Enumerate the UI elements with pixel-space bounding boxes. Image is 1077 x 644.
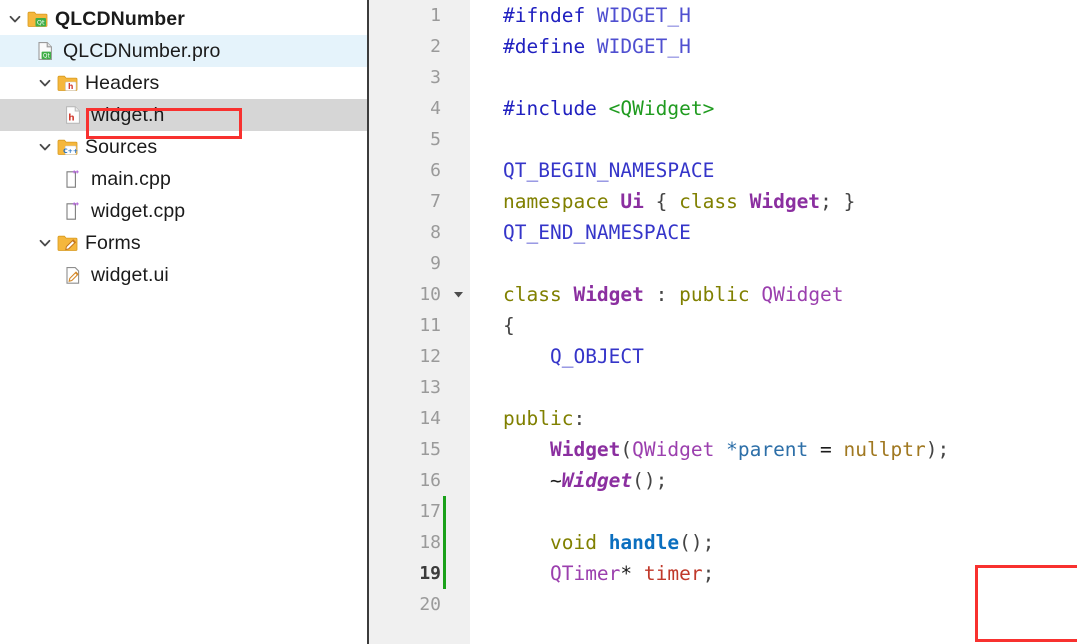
chevron-down-icon[interactable] (34, 76, 56, 90)
tree-item-widget-h[interactable]: h widget.h (0, 99, 367, 131)
fold-collapse-icon[interactable] (452, 279, 465, 310)
code-line: QTimer* timer; (549, 562, 715, 585)
headers-folder-icon: h (56, 73, 78, 93)
code-line: #include <QWidget> (503, 97, 715, 120)
sources-folder-icon: C++ (56, 137, 78, 157)
tree-item-forms[interactable]: Forms (0, 227, 367, 259)
tree-item-label: Forms (85, 231, 141, 254)
line-number: 2 (430, 36, 441, 57)
tree-item-label: Sources (85, 135, 158, 158)
code-line: Q_OBJECT (549, 345, 644, 368)
tree-item-sources[interactable]: C++ Sources (0, 131, 367, 163)
tree-item-label: widget.cpp (91, 199, 186, 222)
line-number: 7 (430, 191, 441, 212)
code-editor[interactable]: 1 2 3 4 5 6 7 8 9 10 11 12 13 14 15 16 1… (369, 0, 1077, 644)
line-number-current: 19 (369, 558, 470, 589)
tree-item-widget-ui[interactable]: widget.ui (0, 259, 367, 291)
line-number: 9 (430, 253, 441, 274)
line-number: 4 (430, 98, 441, 119)
line-number: 13 (419, 377, 441, 398)
chevron-down-icon[interactable] (34, 236, 56, 250)
code-line: void handle(); (549, 531, 715, 554)
tree-item-label: main.cpp (91, 167, 171, 190)
ui-file-icon (62, 265, 84, 285)
line-number-text: 18 (419, 532, 441, 553)
line-number-changed: 17 (369, 496, 470, 527)
qt-profile-file-icon: Qt (34, 41, 56, 61)
code-line: namespace Ui { class Widget; } (503, 190, 856, 213)
change-marker (443, 496, 446, 527)
line-number-text: 10 (419, 284, 441, 305)
code-line: Widget(QWidget *parent = nullptr); (549, 438, 950, 461)
line-number: 12 (419, 346, 441, 367)
code-line: #ifndef WIDGET_H (503, 4, 691, 27)
line-number: 5 (430, 129, 441, 150)
tree-item-label: QLCDNumber (55, 7, 185, 30)
line-number: 11 (419, 315, 441, 336)
editor-gutter: 1 2 3 4 5 6 7 8 9 10 11 12 13 14 15 16 1… (369, 0, 470, 644)
tree-item-label: Headers (85, 71, 160, 94)
header-file-icon: h (62, 105, 84, 125)
code-line: { (503, 314, 515, 337)
tree-item-widget-cpp[interactable]: widget.cpp (0, 195, 367, 227)
code-line: public: (503, 407, 586, 430)
project-tree-panel: Qt QLCDNumber Qt QLCDNumber.pro h Header… (0, 0, 367, 644)
code-line: QT_END_NAMESPACE (503, 221, 691, 244)
tree-item-label: widget.ui (91, 263, 169, 286)
tree-item-label: QLCDNumber.pro (63, 39, 221, 62)
code-line: #define WIDGET_H (503, 35, 691, 58)
tree-item-main-cpp[interactable]: main.cpp (0, 163, 367, 195)
line-number: 20 (419, 594, 441, 615)
line-number: 6 (430, 160, 441, 181)
qt-creator-window: Qt QLCDNumber Qt QLCDNumber.pro h Header… (0, 0, 1077, 644)
line-number: 15 (419, 439, 441, 460)
tree-item-label: widget.h (91, 103, 165, 126)
svg-text:h: h (67, 82, 72, 91)
line-number: 1 (430, 5, 441, 26)
change-marker (443, 558, 446, 589)
cpp-file-icon (62, 201, 84, 221)
line-number: 14 (419, 408, 441, 429)
change-marker (443, 527, 446, 558)
tree-item-headers[interactable]: h Headers (0, 67, 367, 99)
svg-text:Qt: Qt (36, 19, 44, 27)
forms-folder-icon (56, 233, 78, 253)
chevron-down-icon[interactable] (4, 12, 26, 26)
line-number: 8 (430, 222, 441, 243)
tree-item-qlcdnumber-pro[interactable]: Qt QLCDNumber.pro (0, 35, 367, 67)
svg-text:C++: C++ (63, 148, 78, 155)
chevron-down-icon[interactable] (34, 140, 56, 154)
svg-text:Qt: Qt (43, 53, 51, 59)
code-text-area[interactable]: #ifndef WIDGET_H #define WIDGET_H #inclu… (470, 0, 1077, 644)
line-number-text: 17 (419, 501, 441, 522)
cpp-file-icon (62, 169, 84, 189)
qt-folder-icon: Qt (26, 9, 48, 29)
code-line: ~Widget(); (549, 469, 668, 492)
line-number-changed: 18 (369, 527, 470, 558)
code-line: QT_BEGIN_NAMESPACE (503, 159, 715, 182)
tree-item-qlcdnumber[interactable]: Qt QLCDNumber (0, 3, 367, 35)
line-number-text: 19 (419, 563, 441, 584)
svg-text:h: h (68, 113, 74, 123)
code-line: class Widget : public QWidget (503, 283, 844, 306)
line-number: 16 (419, 470, 441, 491)
line-number-with-fold: 10 (369, 279, 470, 310)
line-number: 3 (430, 67, 441, 88)
